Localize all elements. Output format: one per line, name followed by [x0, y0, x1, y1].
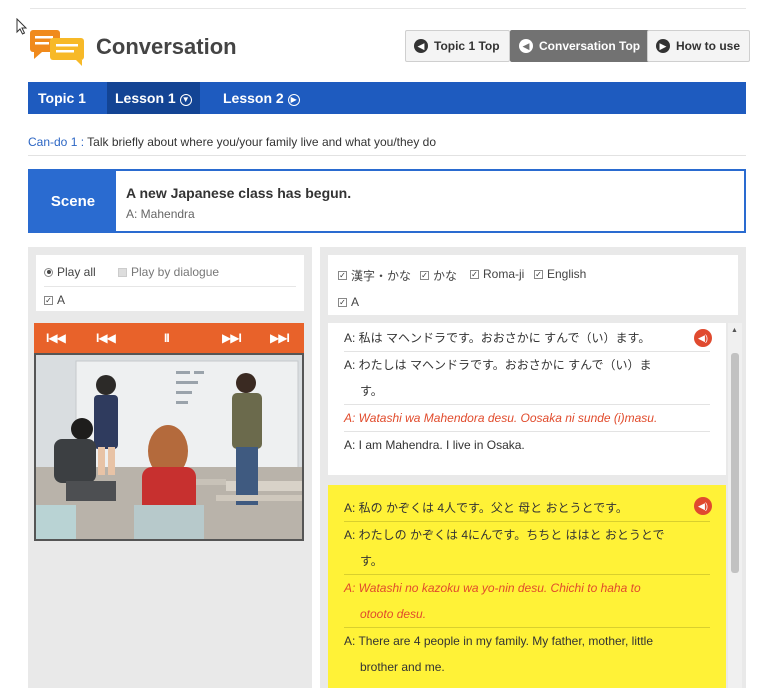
scene-box: Scene A new Japanese class has begun. A:… [28, 169, 746, 233]
page-title: Conversation [96, 34, 237, 59]
radio-selected-icon [44, 267, 53, 277]
speaker-audio-icon[interactable]: ◀) [694, 497, 712, 515]
play-by-dialogue-checkbox[interactable]: ✓ Play by dialogue [118, 265, 219, 279]
video-panel: Play all ✓ Play by dialogue ✓ A I◀◀ I◀◀ … [28, 247, 312, 688]
play-all-radio[interactable]: Play all [44, 265, 96, 279]
speaker-audio-icon[interactable]: ◀) [694, 329, 712, 347]
transcript-scrollbar[interactable]: ▲ [728, 323, 742, 688]
scene-speaker: A: Mahendra [126, 207, 195, 221]
how-to-use-button[interactable]: ▶ How to use [647, 30, 751, 62]
romaji-checkbox[interactable]: ✓ Roma-ji [470, 267, 524, 281]
topic-top-button[interactable]: ◀ Topic 1 Top [405, 30, 510, 62]
kana-line-part-2: す。 [360, 554, 383, 568]
kana-line-part-2: す。 [360, 384, 383, 398]
nav-lesson-2-label: Lesson 2 [223, 90, 284, 106]
dialogue-list[interactable]: ◀) A: 私は マヘンドラです。おおさかに すんで（い）ます。 A: わたしは… [328, 323, 726, 688]
play-by-dialogue-label: Play by dialogue [131, 265, 220, 279]
dialogue-card-active[interactable]: ◀) A: 私の かぞくは 4人です。父と 母と おとうとです。 A: わたしの… [328, 485, 726, 688]
lesson-nav-bar: Topic 1 Lesson 1 ▼ Lesson 2 ▶ [28, 82, 746, 114]
checkbox-disabled-icon: ✓ [118, 267, 127, 277]
display-options: ✓ 漢字・かな ✓ かな ✓ Roma-ji ✓ English ✓ A [328, 255, 738, 315]
speaker-a-label: A [351, 295, 360, 309]
down-circle-arrow-icon: ▼ [179, 94, 192, 106]
romaji-label: Roma-ji [483, 267, 525, 281]
kanji-kana-label: 漢字・かな [351, 269, 412, 283]
playback-options: Play all ✓ Play by dialogue ✓ A [36, 255, 304, 311]
previous-button[interactable]: I◀◀ [96, 323, 116, 353]
english-line: A: I am Mahendra. I live in Osaka. [344, 438, 525, 452]
conversation-top-label: Conversation Top [539, 39, 641, 53]
conversation-top-button[interactable]: ◀ Conversation Top [510, 30, 651, 62]
speaker-a-checkbox[interactable]: ✓ A [44, 293, 65, 307]
how-to-use-label: How to use [676, 39, 741, 53]
romaji-line: A: Watashi wa Mahendora desu. Oosaka ni … [344, 405, 710, 432]
speaker-a-label: A [57, 293, 66, 307]
english-checkbox[interactable]: ✓ English [534, 267, 586, 281]
kana-line: A: わたしの かぞくは 4にんです。ちちと ははと おとうとで す。 [344, 522, 710, 575]
right-circle-arrow-icon: ▶ [656, 39, 670, 53]
kana-line-part-1: A: わたしの かぞくは 4にんです。ちちと ははと おとうとで [344, 528, 665, 542]
kana-label: かな [433, 269, 458, 283]
dialogue-card[interactable]: ◀) A: 私は マヘンドラです。おおさかに すんで（い）ます。 A: わたしは… [328, 323, 726, 475]
play-all-label: Play all [57, 265, 96, 279]
video-frame[interactable] [34, 353, 304, 541]
checkbox-checked-icon: ✓ [44, 295, 53, 305]
kanji-line: A: 私は マヘンドラです。おおさかに すんで（い）ます。 [344, 325, 710, 352]
left-circle-arrow-icon: ◀ [414, 39, 428, 53]
skip-to-start-button[interactable]: I◀◀ [46, 323, 66, 353]
scene-title: A new Japanese class has begun. [126, 185, 352, 201]
topic-top-label: Topic 1 Top [434, 39, 500, 53]
mouse-cursor-icon [16, 18, 28, 35]
checkbox-checked-icon: ✓ [420, 271, 429, 280]
kanji-line: A: 私の かぞくは 4人です。父と 母と おとうとです。 [344, 495, 710, 522]
classroom-video-image [36, 355, 302, 539]
divider [28, 155, 746, 156]
top-divider [30, 8, 746, 9]
conversation-logo-icon [30, 30, 84, 66]
scroll-up-icon[interactable]: ▲ [731, 327, 738, 334]
checkbox-checked-icon: ✓ [338, 271, 347, 280]
nav-lesson-1[interactable]: Lesson 1 ▼ [107, 82, 200, 114]
can-do-text: Talk briefly about where you/your family… [87, 135, 437, 149]
can-do-line: Can-do 1 : Talk briefly about where you/… [28, 135, 436, 149]
checkbox-checked-icon: ✓ [534, 269, 543, 279]
english-label: English [547, 267, 587, 281]
left-circle-arrow-icon: ◀ [519, 39, 533, 53]
kanji-kana-checkbox[interactable]: ✓ 漢字・かな [338, 267, 411, 284]
checkbox-checked-icon: ✓ [338, 297, 347, 307]
nav-lesson-2[interactable]: Lesson 2 ▶ [223, 82, 300, 114]
checkbox-checked-icon: ✓ [470, 269, 479, 279]
kana-line: A: わたしは マヘンドラです。おおさかに すんで（い）ま す。 [344, 352, 710, 405]
pause-button[interactable]: II [164, 323, 170, 353]
player-controls: I◀◀ I◀◀ II ▶▶I ▶▶I [34, 323, 304, 353]
english-line-part-1: A: There are 4 people in my family. My f… [344, 634, 654, 648]
romaji-line: A: Watashi no kazoku wa yo-nin desu. Chi… [344, 575, 710, 628]
speaker-a-checkbox[interactable]: ✓ A [338, 295, 359, 309]
english-line-part-2: brother and me. [360, 660, 445, 674]
right-circle-arrow-icon: ▶ [287, 94, 300, 106]
kana-line-part-1: A: わたしは マヘンドラです。おおさかに すんで（い）ま [344, 358, 652, 372]
scene-tag: Scene [30, 171, 116, 231]
scrollbar-thumb[interactable] [731, 353, 739, 573]
nav-topic-1[interactable]: Topic 1 [38, 82, 86, 114]
divider [44, 286, 296, 287]
romaji-line-part-2: otooto desu. [360, 607, 427, 621]
skip-to-end-button[interactable]: ▶▶I [270, 323, 290, 353]
transcript-panel: ✓ 漢字・かな ✓ かな ✓ Roma-ji ✓ English ✓ A ◀) … [320, 247, 746, 688]
romaji-line-part-1: A: Watashi no kazoku wa yo-nin desu. Chi… [344, 581, 641, 595]
nav-lesson-1-label: Lesson 1 [115, 90, 176, 106]
english-line: A: There are 4 people in my family. My f… [344, 628, 710, 680]
can-do-label: Can-do 1 : [28, 135, 85, 149]
kana-checkbox[interactable]: ✓ かな [420, 267, 457, 284]
next-button[interactable]: ▶▶I [222, 323, 242, 353]
